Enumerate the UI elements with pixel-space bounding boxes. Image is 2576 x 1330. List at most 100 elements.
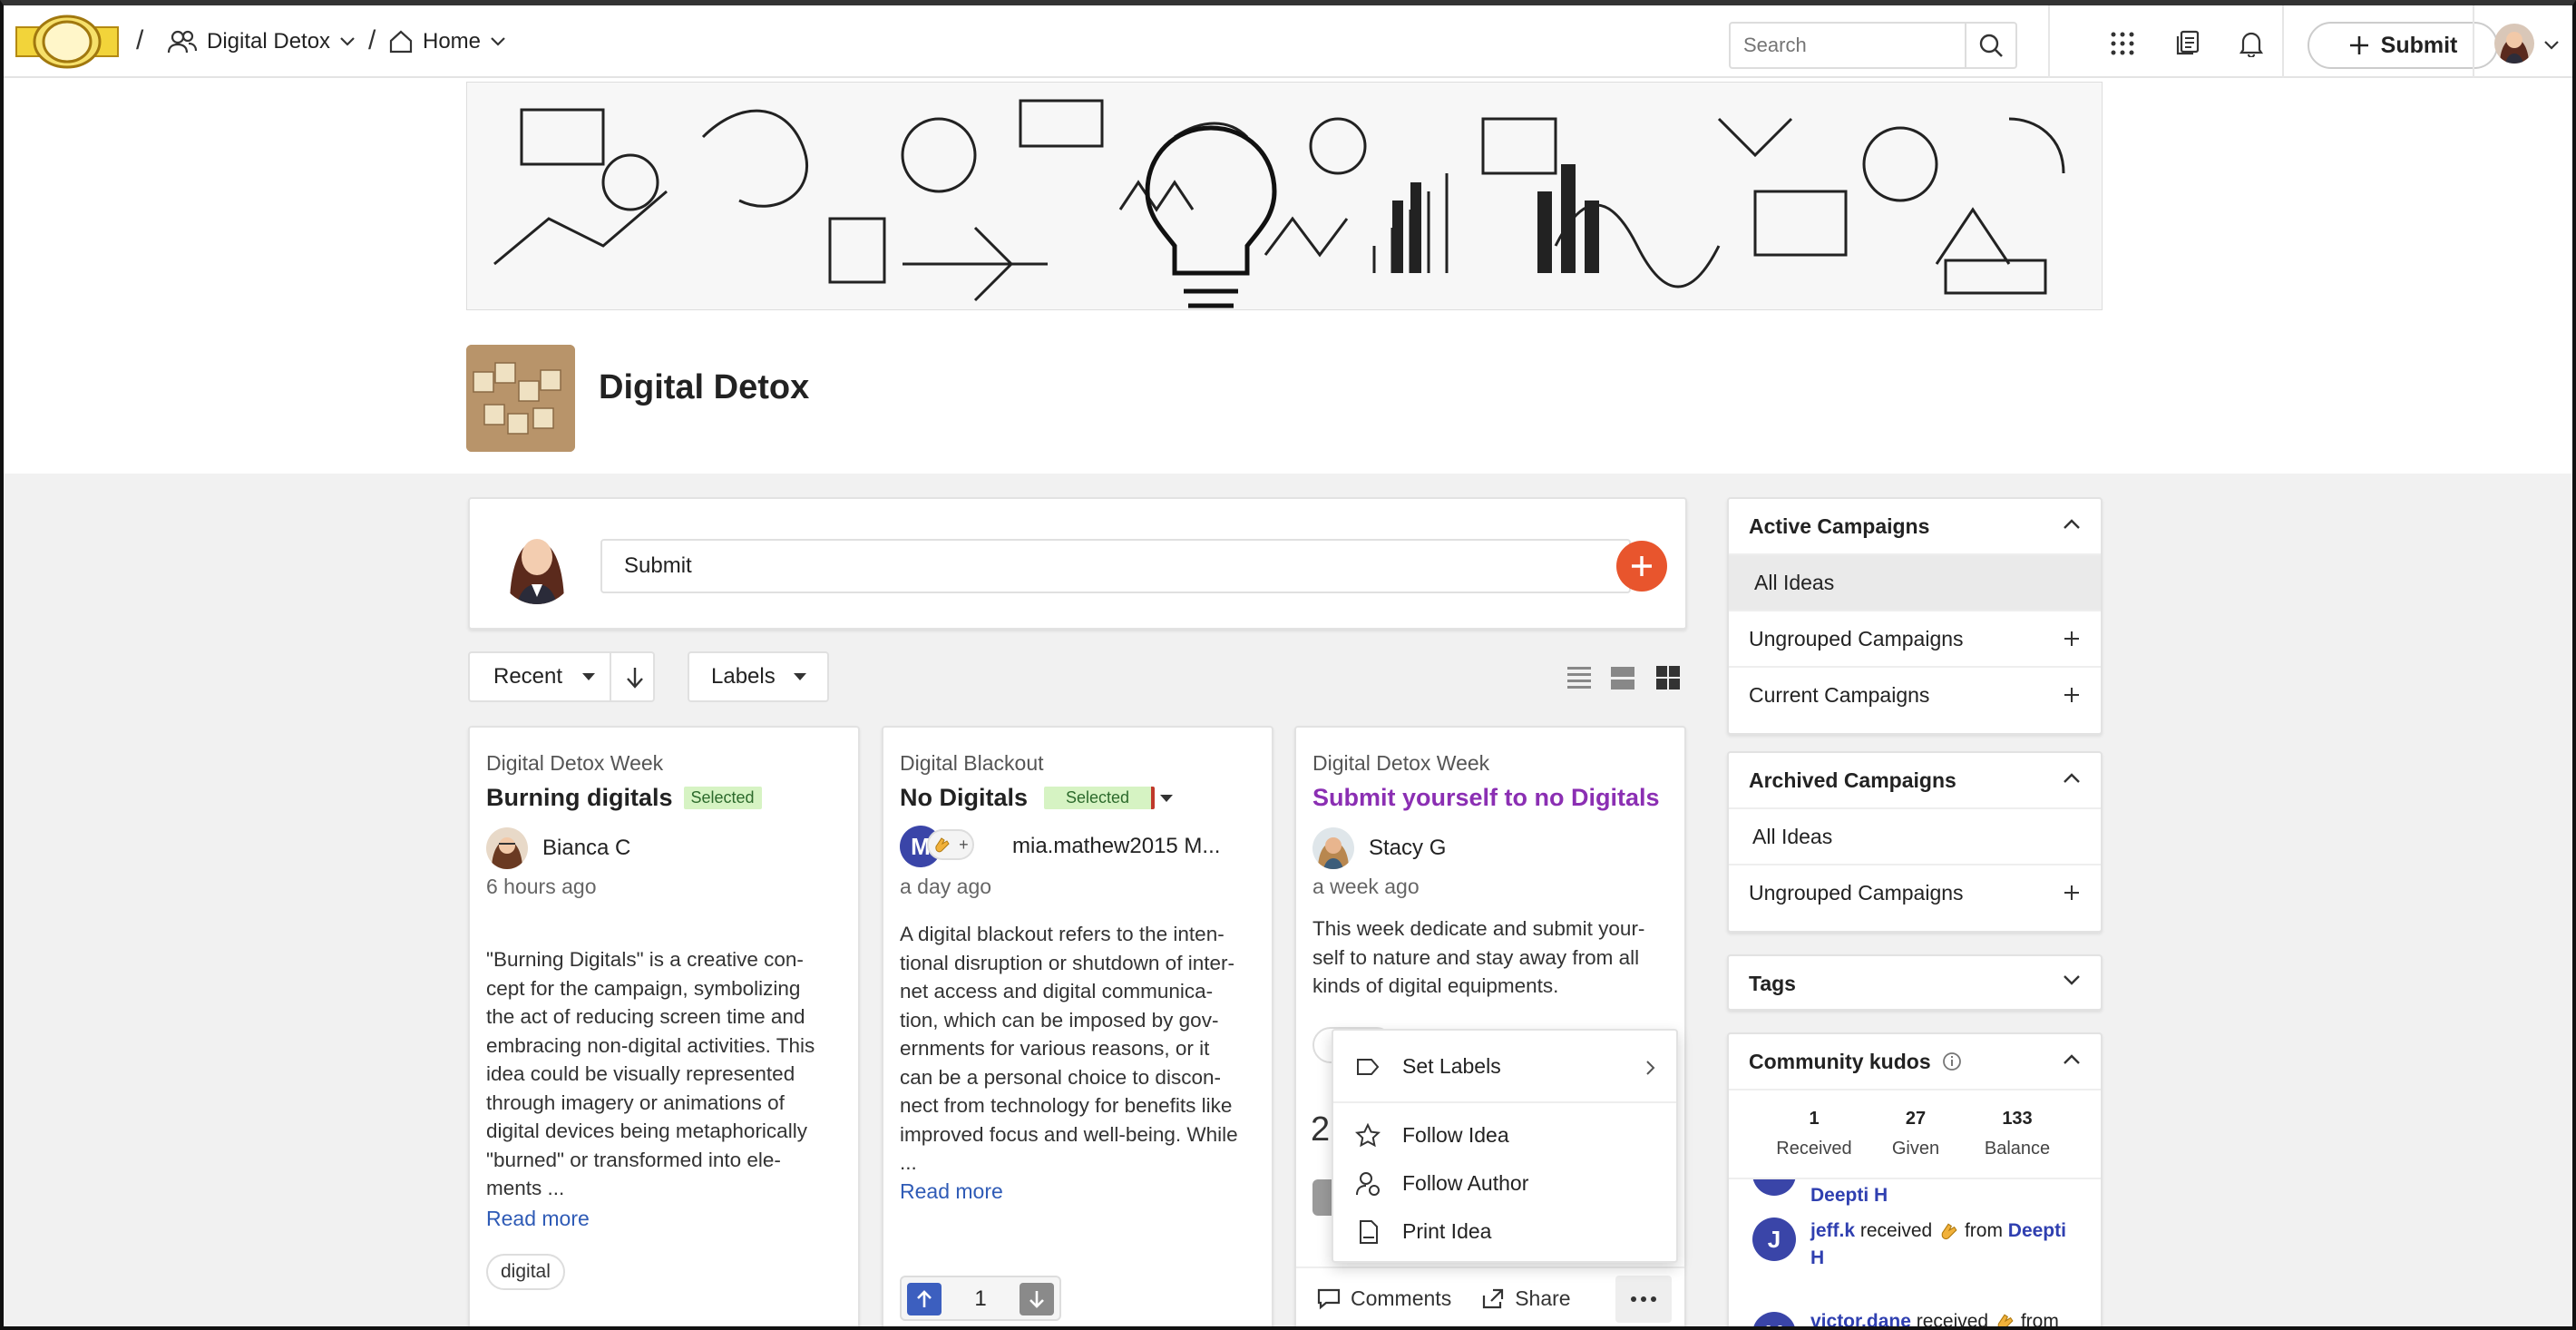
description-line: "burned" or transformed into ele- xyxy=(486,1148,781,1171)
home-icon xyxy=(389,30,413,54)
status-badge[interactable]: Selected xyxy=(1044,787,1156,809)
search-button[interactable] xyxy=(1965,24,2015,67)
idea-author[interactable]: Stacy G xyxy=(1312,827,1446,869)
plus-icon: + xyxy=(959,835,969,854)
dropdown-divider xyxy=(610,653,611,700)
idea-author[interactable]: Bianca C xyxy=(486,827,630,869)
status-badge: Selected xyxy=(683,787,762,809)
caret-down-icon[interactable] xyxy=(1160,794,1174,802)
plus-icon[interactable] xyxy=(2063,884,2081,902)
description-line: the act of reducing screen time and xyxy=(486,1005,805,1028)
sidebar-item-all-ideas[interactable]: All Ideas xyxy=(1729,553,2101,610)
idea-options-menu: Set Labels Follow Idea Follow Author Pri… xyxy=(1332,1029,1678,1263)
sidebar-item-label: All Ideas xyxy=(1752,824,1833,848)
idea-title[interactable]: No Digitals Selected xyxy=(900,784,1174,812)
documents-button[interactable] xyxy=(2170,25,2206,62)
search-input[interactable] xyxy=(1731,34,1957,57)
kudos-received-value: 1 xyxy=(1809,1109,1820,1129)
idea-description: This week dedicate and submit your- self… xyxy=(1312,914,1675,1001)
share-icon xyxy=(1483,1288,1504,1309)
downvote-button[interactable] xyxy=(1020,1283,1054,1315)
kudos-received-label: Received xyxy=(1776,1139,1852,1159)
submit-button[interactable]: Submit xyxy=(2308,22,2498,69)
kudos-received: 1 Received xyxy=(1760,1109,1869,1159)
description-line: idea could be visually represented xyxy=(486,1062,795,1085)
kudos-button[interactable]: + xyxy=(927,829,974,860)
apps-grid-button[interactable] xyxy=(2104,25,2141,62)
active-campaigns-header[interactable]: Active Campaigns xyxy=(1729,499,2101,553)
kudos-balance-value: 133 xyxy=(2002,1109,2033,1129)
star-icon xyxy=(1355,1123,1381,1148)
idea-campaign: Digital Detox Week xyxy=(1312,751,1490,775)
kudos-verb: received xyxy=(1859,1220,1933,1241)
follow-user-icon xyxy=(1356,1172,1380,1196)
tags-header[interactable]: Tags xyxy=(1729,956,2101,1009)
plus-icon[interactable] xyxy=(2063,630,2081,648)
plus-icon[interactable] xyxy=(2063,686,2081,704)
idea-card[interactable]: Digital Detox Week Burning digitals Sele… xyxy=(468,726,860,1326)
grid-view-icon[interactable] xyxy=(1654,664,1682,691)
idea-card[interactable]: Digital Blackout No Digitals Selected M … xyxy=(882,726,1273,1326)
idea-title[interactable]: Burning digitals Selected xyxy=(486,784,762,812)
kudos-avatar xyxy=(1752,1179,1796,1196)
chevron-down-icon[interactable] xyxy=(2543,40,2560,51)
comments-button[interactable]: Comments xyxy=(1316,1286,1451,1311)
chevron-up-icon xyxy=(2064,1054,2080,1064)
share-button[interactable]: Share xyxy=(1480,1286,1571,1311)
breadcrumb-community-label: Digital Detox xyxy=(207,29,331,54)
add-idea-button[interactable] xyxy=(1616,541,1667,592)
read-more-link[interactable]: Read more xyxy=(486,1207,590,1231)
user-avatar[interactable] xyxy=(2494,24,2534,64)
submit-idea-card: Submit xyxy=(468,497,1687,630)
idea-timestamp: 6 hours ago xyxy=(486,875,597,898)
info-icon[interactable] xyxy=(1942,1051,1962,1071)
kudos-receiver[interactable]: victor.dane xyxy=(1810,1311,1911,1326)
idea-author[interactable]: M + mia.mathew2015 M... xyxy=(900,826,1220,867)
sort-dropdown[interactable]: Recent xyxy=(468,651,655,702)
menu-item-set-labels[interactable]: Set Labels xyxy=(1333,1043,1676,1089)
idea-title[interactable]: Submit yourself to no Digitals xyxy=(1312,784,1660,812)
kudos-feed: Deepti H J jeff.k received from Deepti H… xyxy=(1729,1178,2101,1326)
kudos-receiver[interactable]: jeff.k xyxy=(1810,1220,1855,1241)
sidebar-item-ungrouped-campaigns[interactable]: Ungrouped Campaigns xyxy=(1729,864,2101,920)
community-thumbnail xyxy=(466,345,575,452)
menu-item-follow-author[interactable]: Follow Author xyxy=(1333,1160,1676,1206)
community-kudos-header[interactable]: Community kudos xyxy=(1729,1034,2101,1089)
chevron-down-icon xyxy=(340,37,355,46)
submit-idea-input[interactable]: Submit xyxy=(600,539,1631,593)
sidebar-item-all-ideas[interactable]: All Ideas xyxy=(1729,807,2101,864)
labels-dropdown[interactable]: Labels xyxy=(688,651,829,702)
tag-pill[interactable]: digital xyxy=(486,1254,565,1290)
comment-icon xyxy=(1317,1288,1341,1310)
menu-item-print-idea[interactable]: Print Idea xyxy=(1333,1208,1676,1254)
chevron-down-icon xyxy=(491,37,505,46)
kudos-text: jeff.k received from Deepti H xyxy=(1810,1218,2083,1272)
description-line: embracing non-digital activities. This xyxy=(486,1033,815,1057)
sidebar-item-ungrouped-campaigns[interactable]: Ungrouped Campaigns xyxy=(1729,610,2101,666)
kudos-balance: 133 Balance xyxy=(1963,1109,2072,1159)
sidebar-item-current-campaigns[interactable]: Current Campaigns xyxy=(1729,666,2101,722)
idea-campaign: Digital Detox Week xyxy=(486,751,664,775)
kudos-giver[interactable]: Deepti H xyxy=(1810,1185,1888,1207)
group-icon xyxy=(167,30,198,54)
breadcrumb-home[interactable]: Home xyxy=(388,24,506,60)
menu-item-label: Set Labels xyxy=(1402,1053,1501,1078)
list-view-icon[interactable] xyxy=(1566,664,1593,691)
vote-control: 1 xyxy=(900,1276,1061,1321)
archived-campaigns-header[interactable]: Archived Campaigns xyxy=(1729,753,2101,807)
notifications-button[interactable] xyxy=(2233,25,2269,62)
app-window: / Digital Detox / Home Search Submit Dig… xyxy=(0,0,2576,1330)
menu-item-follow-idea[interactable]: Follow Idea xyxy=(1333,1112,1676,1158)
chevron-up-icon xyxy=(2064,773,2080,783)
idea-description: "Burning Digitals" is a creative con- ce… xyxy=(486,945,849,1203)
more-options-button[interactable] xyxy=(1615,1276,1672,1323)
sort-direction-icon[interactable] xyxy=(624,666,646,689)
toolbar-divider xyxy=(2048,5,2050,78)
kudos-entry: J jeff.k received from Deepti H xyxy=(1752,1218,2083,1272)
kudos-stats: 1 Received 27 Given 133 Balance xyxy=(1729,1089,2101,1178)
read-more-link[interactable]: Read more xyxy=(900,1179,1003,1204)
breadcrumb-community[interactable]: Digital Detox xyxy=(167,24,356,60)
user-avatar-image xyxy=(2494,24,2534,64)
compact-view-icon[interactable] xyxy=(1609,664,1636,691)
brand-logo[interactable] xyxy=(15,13,120,71)
